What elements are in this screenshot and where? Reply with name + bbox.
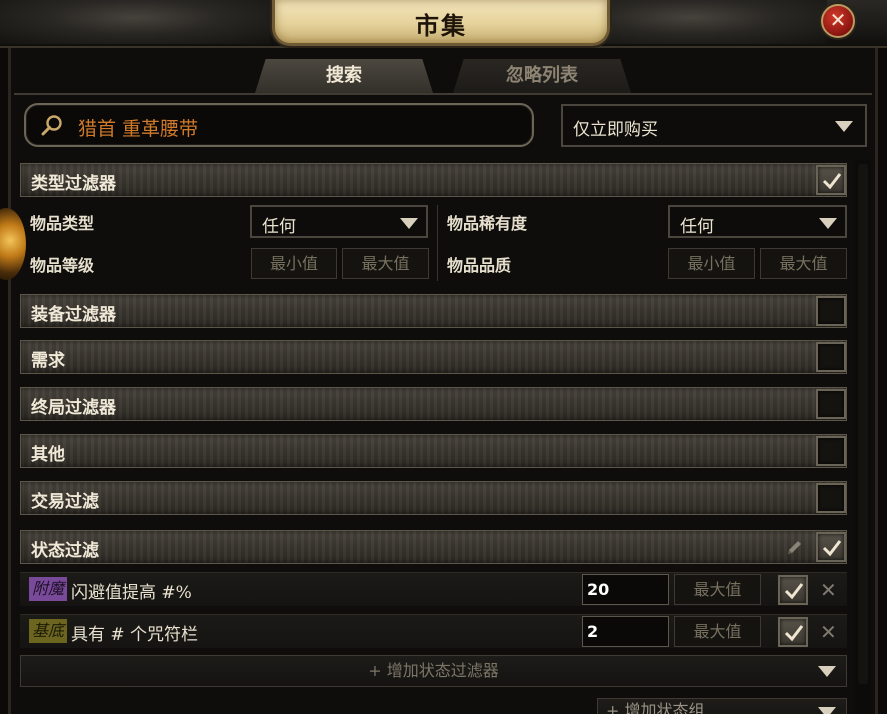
rarity-value: 任何 [680,217,714,237]
scrollbar[interactable] [855,160,871,714]
tab-divider [14,93,872,95]
equipment-filter-label: 装备过滤器 [31,305,116,325]
base-tag: 基底 [29,619,68,643]
item-level-max-input[interactable]: 最大值 [342,248,429,279]
stat-row: 基底 具有 # 个咒符栏 2 最大值 ✕ [20,614,847,648]
pencil-icon[interactable] [784,538,804,558]
item-level-min-input[interactable]: 最小值 [251,248,337,279]
check-icon [784,625,804,642]
misc-filter-label: 其他 [31,445,65,465]
requirements-filter-header[interactable]: 需求 [20,340,847,374]
stat-row-checkbox[interactable] [778,575,808,605]
requirements-filter-checkbox[interactable] [816,342,846,372]
enchant-tag: 附魔 [29,577,68,601]
check-icon [784,583,804,600]
trade-filter-header[interactable]: 交易过滤 [20,481,847,515]
window-title: 市集 [415,11,467,40]
check-icon [822,540,842,557]
misc-filter-checkbox[interactable] [816,436,846,466]
magnifier-icon [41,115,62,136]
type-filter-checkbox[interactable] [816,165,846,195]
type-filter-label: 类型过滤器 [31,174,116,194]
rarity-dropdown[interactable]: 任何 [668,205,847,238]
add-stat-group-label: + 增加状态组 [606,701,705,714]
remove-stat-icon[interactable]: ✕ [820,578,837,602]
stat-filter-label: 状态过滤 [31,541,99,561]
remove-stat-icon[interactable]: ✕ [820,620,837,644]
add-stat-filter-label: + 增加状态过滤器 [368,661,499,680]
trade-filter-checkbox[interactable] [816,483,846,513]
title-plate: 市集 [272,0,610,46]
stat-max-input[interactable]: 最大值 [674,616,761,647]
stat-row: 附魔 闪避值提高 #% 20 最大值 ✕ [20,572,847,606]
stat-text: 具有 # 个咒符栏 [71,625,199,645]
add-stat-filter-button[interactable]: + 增加状态过滤器 [20,655,847,687]
add-stat-group-button[interactable]: + 增加状态组 [597,698,847,714]
stat-min-input[interactable]: 2 [582,616,669,647]
stat-min-input[interactable]: 20 [582,574,669,605]
close-button[interactable]: ✕ [821,4,855,38]
stat-filter-header[interactable]: 状态过滤 [20,530,847,564]
title-bar: 市集 ✕ [0,0,887,48]
check-icon [822,173,842,190]
item-type-value: 任何 [262,217,296,237]
search-input[interactable]: 猎首 重革腰带 [24,103,534,147]
chevron-down-icon [400,218,418,229]
trade-filter-label: 交易过滤 [31,492,99,512]
tab-ignore-list[interactable]: 忽略列表 [453,59,631,93]
stat-max-input[interactable]: 最大值 [674,574,761,605]
quality-max-input[interactable]: 最大值 [760,248,847,279]
buy-mode-dropdown[interactable]: 仅立即购买 [561,104,867,147]
misc-filter-header[interactable]: 其他 [20,434,847,468]
item-type-label: 物品类型 [30,214,95,233]
requirements-filter-label: 需求 [31,351,65,371]
chevron-down-icon [835,121,853,132]
ornament-left [0,0,270,44]
endgame-filter-checkbox[interactable] [816,389,846,419]
stat-text: 闪避值提高 #% [71,583,192,603]
buy-mode-value: 仅立即购买 [573,120,658,140]
chevron-down-icon [819,218,837,229]
quality-label: 物品品质 [447,256,512,275]
endgame-filter-header[interactable]: 终局过滤器 [20,387,847,421]
search-value: 猎首 重革腰带 [78,118,199,140]
tab-search[interactable]: 搜索 [255,59,433,93]
endgame-filter-label: 终局过滤器 [31,398,116,418]
chevron-down-icon [818,666,836,677]
quality-min-input[interactable]: 最小值 [668,248,755,279]
item-type-dropdown[interactable]: 任何 [250,205,428,238]
item-level-label: 物品等级 [30,256,95,275]
equipment-filter-header[interactable]: 装备过滤器 [20,294,847,328]
chevron-down-icon [818,707,836,714]
stat-filter-checkbox[interactable] [816,532,846,562]
column-divider [437,205,438,281]
scrollbar-thumb[interactable] [858,164,868,684]
stat-row-checkbox[interactable] [778,617,808,647]
type-filter-header[interactable]: 类型过滤器 [20,163,847,197]
equipment-filter-checkbox[interactable] [816,296,846,326]
rarity-label: 物品稀有度 [447,214,528,233]
